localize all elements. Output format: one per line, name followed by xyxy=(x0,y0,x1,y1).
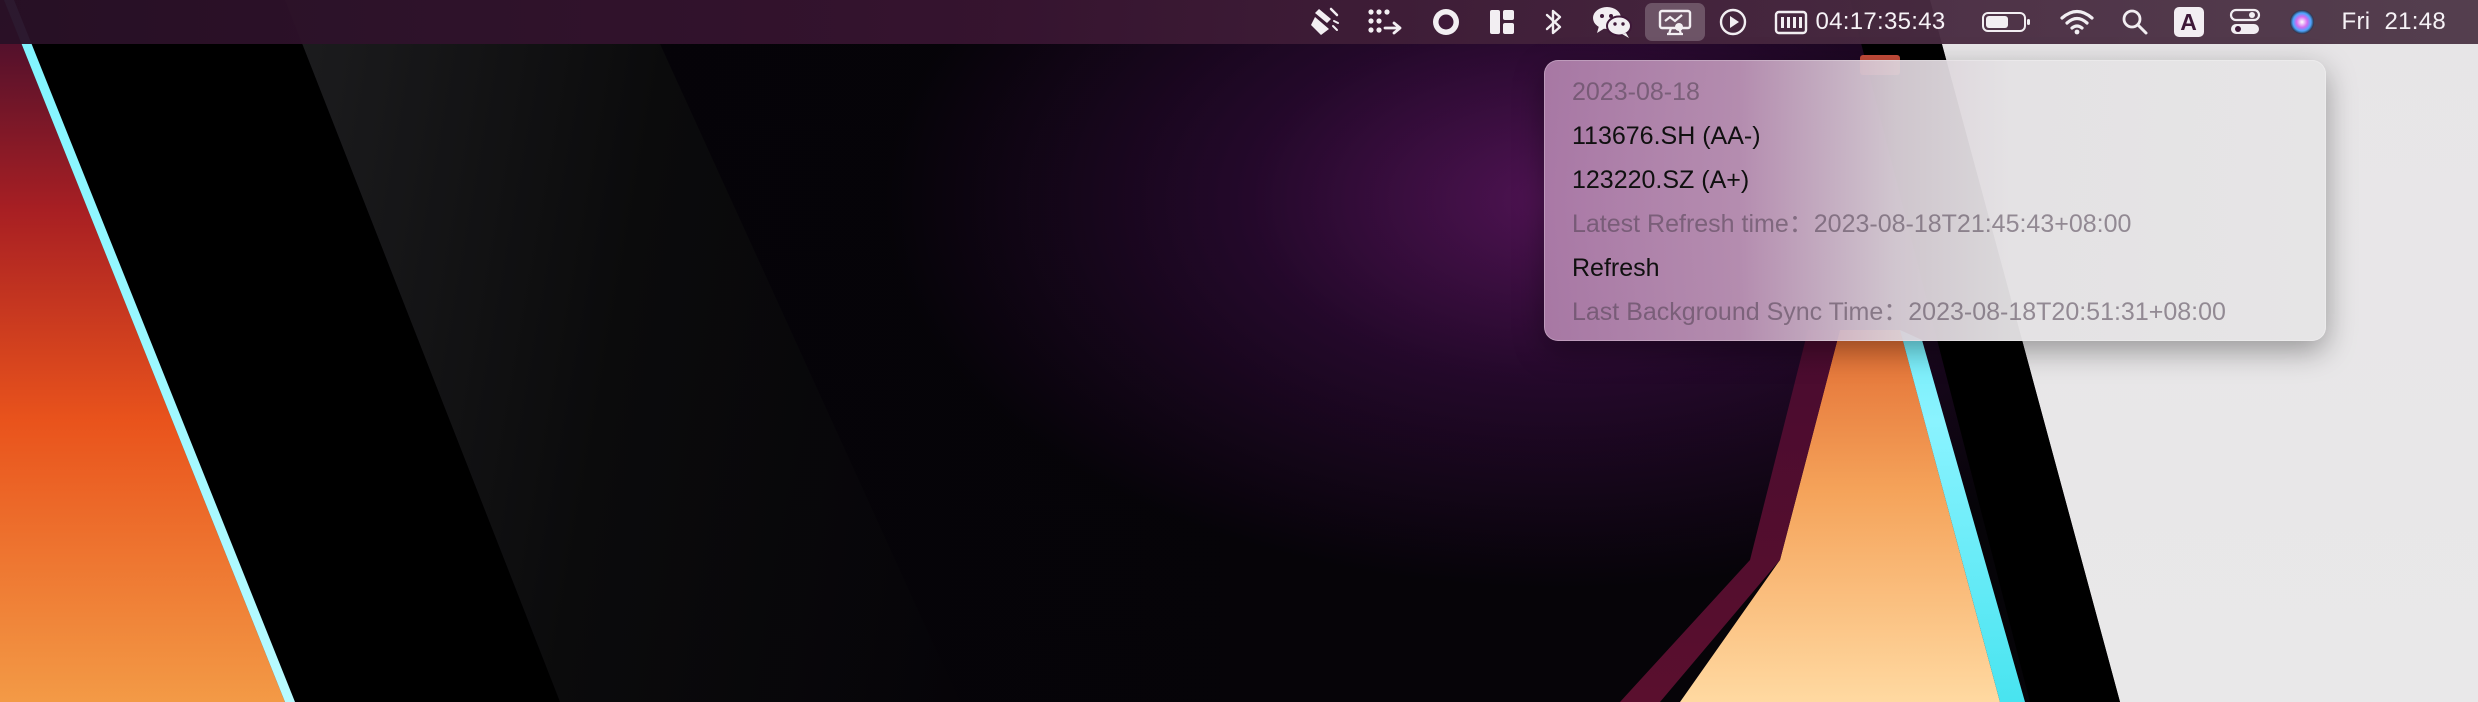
play-circle-icon[interactable] xyxy=(1705,3,1761,41)
menu-last-background-sync-time: Last Background Sync Time：2023-08-18T20:… xyxy=(1572,298,2226,326)
wifi-icon[interactable] xyxy=(2046,3,2108,41)
wechat-icon[interactable] xyxy=(1579,3,1645,41)
clock-day: Fri xyxy=(2341,8,2371,35)
control-center-icon[interactable] xyxy=(2216,3,2274,41)
menu-latest-refresh-time: Latest Refresh time：2023-08-18T21:45:43+… xyxy=(1572,210,2132,238)
desktop: 04:17:35:43 A Fri 21:48 2023-08-18 11367… xyxy=(0,0,2478,702)
input-source-indicator[interactable]: A xyxy=(2162,3,2216,41)
menu-item-refresh[interactable]: Refresh xyxy=(1544,246,2326,290)
bond-monitor-icon[interactable] xyxy=(1645,3,1706,41)
clock-time: 21:48 xyxy=(2384,8,2446,35)
clean-broom-icon[interactable] xyxy=(1295,3,1353,41)
window-layout-icon[interactable] xyxy=(1475,3,1529,41)
bluetooth-icon[interactable] xyxy=(1529,3,1579,41)
siri-icon[interactable] xyxy=(2274,3,2330,41)
battery-icon[interactable] xyxy=(1968,3,2046,41)
search-icon[interactable] xyxy=(2108,3,2162,41)
dots-arrow-icon[interactable] xyxy=(1353,3,1417,41)
calendar-timer-icon xyxy=(1775,10,1808,35)
menu-date-header: 2023-08-18 xyxy=(1572,78,1700,106)
timer-text: 04:17:35:43 xyxy=(1815,8,1946,35)
menu-item-bond-113676[interactable]: 113676.SH (AA-) xyxy=(1544,114,2326,158)
input-source-label: A xyxy=(2173,7,2204,37)
clock[interactable]: Fri 21:48 xyxy=(2330,3,2458,41)
bond-monitor-dropdown-menu: 2023-08-18 113676.SH (AA-) 123220.SZ (A+… xyxy=(1544,60,2326,341)
record-circle-icon[interactable] xyxy=(1417,3,1475,41)
menu-item-bond-123220[interactable]: 123220.SZ (A+) xyxy=(1544,158,2326,202)
timer-widget[interactable]: 04:17:35:43 xyxy=(1761,3,1957,41)
menu-bar: 04:17:35:43 A Fri 21:48 xyxy=(0,0,2478,44)
